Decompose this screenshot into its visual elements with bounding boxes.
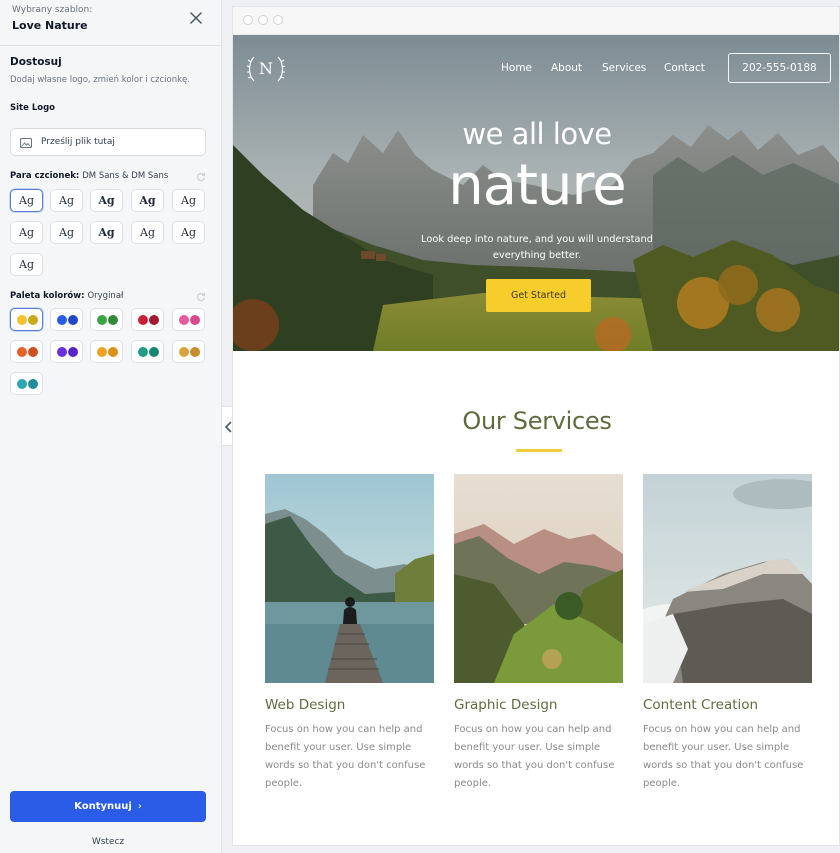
color-swatch: [28, 347, 38, 357]
image-icon: [20, 138, 32, 148]
window-dot: [243, 15, 253, 25]
color-swatch: [68, 347, 78, 357]
template-name: Love Nature: [12, 19, 88, 32]
palette-option[interactable]: [172, 340, 205, 363]
card-title: Web Design: [265, 697, 346, 713]
palette-option[interactable]: [90, 308, 123, 331]
color-swatch: [190, 347, 200, 357]
palette-option[interactable]: [172, 308, 205, 331]
hero-subheading: we all love: [462, 117, 612, 151]
palette-label-text: Paleta kolorów:: [10, 291, 85, 301]
color-swatch: [97, 347, 107, 357]
palette-label: Paleta kolorów: Oryginał: [10, 291, 123, 301]
card-title: Graphic Design: [454, 697, 558, 713]
logo-upload-field[interactable]: Prześlij plik tutaj: [10, 128, 206, 156]
color-swatch: [138, 315, 148, 325]
hero-section: N Home About Services Contact 202-555-01…: [233, 35, 839, 351]
color-swatch: [28, 315, 38, 325]
get-started-button[interactable]: Get Started: [486, 279, 591, 312]
nav-services[interactable]: Services: [602, 62, 646, 74]
color-swatch: [149, 347, 159, 357]
font-pair-option[interactable]: Ag: [10, 253, 43, 276]
phone-button[interactable]: 202-555-0188: [728, 53, 831, 83]
color-swatch: [17, 379, 27, 389]
site-logo[interactable]: N: [245, 51, 287, 87]
services-title: Our Services: [462, 407, 612, 435]
card-title: Content Creation: [643, 697, 759, 713]
color-swatch: [138, 347, 148, 357]
refresh-icon[interactable]: [196, 172, 206, 182]
palette-option[interactable]: [10, 308, 43, 331]
sidebar-header: Wybrany szablon: Love Nature: [0, 0, 222, 46]
palette-option[interactable]: [90, 340, 123, 363]
color-swatch: [149, 315, 159, 325]
continue-button[interactable]: Kontynuuj ›: [10, 791, 206, 822]
selected-template-label: Wybrany szablon:: [12, 5, 93, 15]
title-underline: [516, 449, 562, 452]
color-swatch: [108, 315, 118, 325]
section-title: Dostosuj: [10, 56, 62, 68]
color-swatch: [17, 347, 27, 357]
color-swatch: [190, 315, 200, 325]
font-pair-option[interactable]: Ag: [90, 221, 123, 244]
site-logo-label: Site Logo: [10, 103, 56, 113]
palette-option[interactable]: [50, 340, 83, 363]
font-pair-option[interactable]: Ag: [50, 189, 83, 212]
section-subtitle: Dodaj własne logo, zmień kolor i czcionk…: [10, 75, 190, 85]
color-swatch: [17, 315, 27, 325]
palette-value: Oryginał: [87, 291, 124, 301]
font-pair-option[interactable]: Ag: [90, 189, 123, 212]
back-link[interactable]: Wstecz: [10, 837, 206, 847]
font-pair-option[interactable]: Ag: [172, 221, 205, 244]
font-pair-option[interactable]: Ag: [50, 221, 83, 244]
continue-label: Kontynuuj: [74, 801, 132, 812]
template-preview: N Home About Services Contact 202-555-01…: [232, 6, 840, 846]
close-icon[interactable]: [188, 10, 204, 26]
nav-about[interactable]: About: [551, 62, 582, 74]
graphic-design-image: [454, 474, 623, 683]
customize-sidebar: Wybrany szablon: Love Nature Dostosuj Do…: [0, 0, 222, 853]
card-text: Focus on how you can help and benefit yo…: [454, 724, 615, 789]
palette-option[interactable]: [10, 372, 43, 395]
color-swatch: [57, 347, 67, 357]
card-text: Focus on how you can help and benefit yo…: [265, 724, 426, 789]
palette-option[interactable]: [10, 340, 43, 363]
upload-label: Prześlij plik tutaj: [41, 137, 115, 147]
nav-contact[interactable]: Contact: [664, 62, 705, 74]
hero-description: Look deep into nature, and you will unde…: [421, 234, 653, 261]
font-pair-option[interactable]: Ag: [10, 189, 43, 212]
window-dot: [273, 15, 283, 25]
color-swatch: [179, 315, 189, 325]
font-pair-option[interactable]: Ag: [131, 189, 164, 212]
font-pair-option[interactable]: Ag: [131, 221, 164, 244]
color-swatch: [179, 347, 189, 357]
card-text: Focus on how you can help and benefit yo…: [643, 724, 804, 789]
color-swatch: [97, 315, 107, 325]
font-pair-label-text: Para czcionek:: [10, 171, 80, 181]
font-pair-option[interactable]: Ag: [172, 189, 205, 212]
palette-option[interactable]: [131, 340, 164, 363]
refresh-icon[interactable]: [196, 292, 206, 302]
font-pair-option[interactable]: Ag: [10, 221, 43, 244]
color-swatch: [28, 379, 38, 389]
window-dot: [258, 15, 268, 25]
chevron-right-icon: ›: [137, 801, 142, 812]
font-pair-value: DM Sans & DM Sans: [82, 171, 169, 181]
logo-letter: N: [259, 59, 273, 78]
palette-option[interactable]: [131, 308, 164, 331]
web-design-image: [265, 474, 434, 683]
hero-heading: nature: [448, 153, 627, 218]
palette-option[interactable]: [50, 308, 83, 331]
content-creation-image: [643, 474, 812, 683]
color-swatch: [57, 315, 67, 325]
browser-chrome: [233, 7, 839, 35]
font-pair-label: Para czcionek: DM Sans & DM Sans: [10, 171, 168, 181]
color-swatch: [108, 347, 118, 357]
color-swatch: [68, 315, 78, 325]
nav-home[interactable]: Home: [501, 62, 532, 74]
